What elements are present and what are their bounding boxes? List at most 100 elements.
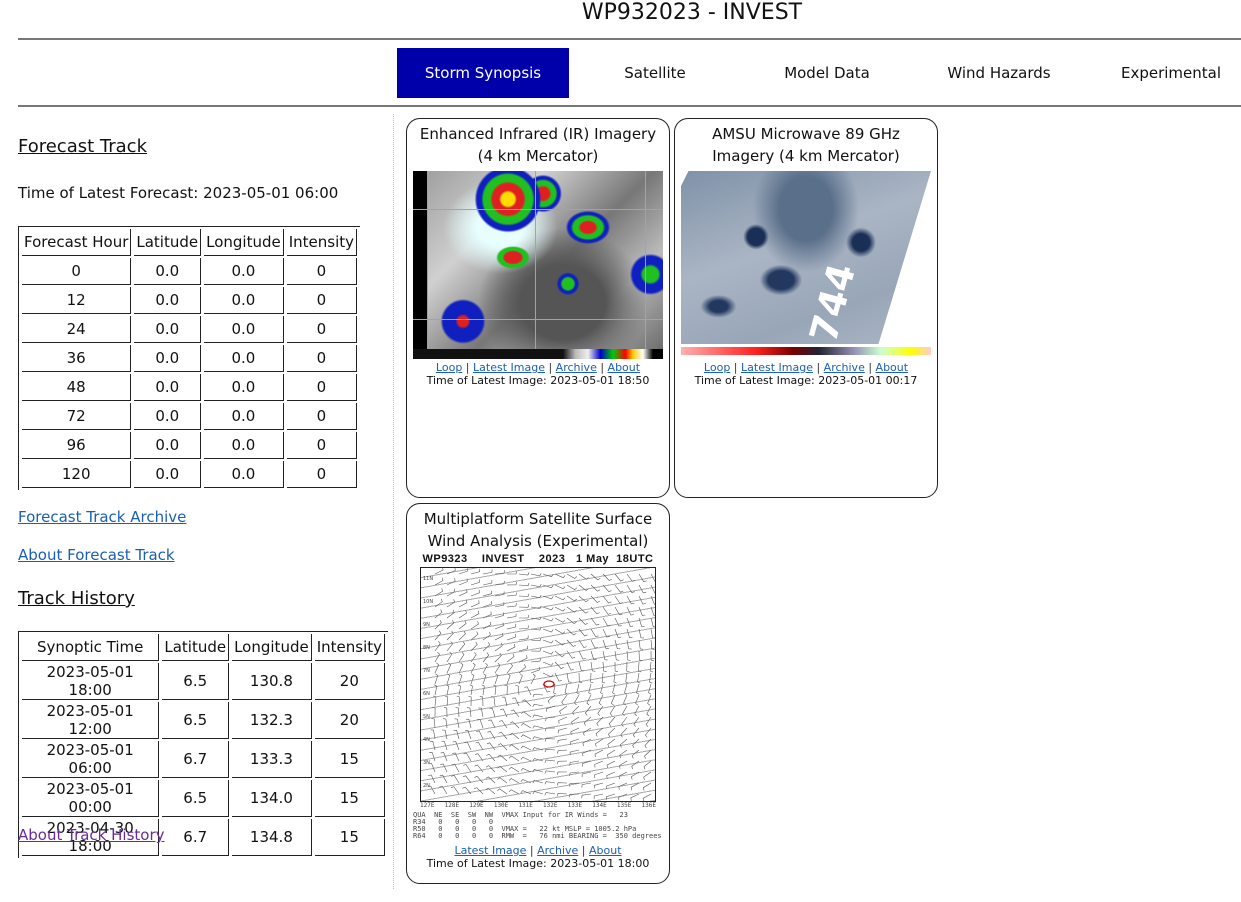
wind-barb [494,632,504,641]
wind-barb [434,673,439,685]
tab-experimental[interactable]: Experimental [1085,48,1241,98]
image-gridline [413,319,663,320]
wind-barb [497,754,508,762]
loop-link[interactable]: Loop [704,361,730,374]
wind-barb [622,705,628,717]
wind-barb [624,683,628,695]
latest-image-link[interactable]: Latest Image [741,361,813,374]
wind-barb [470,641,478,652]
wind-barb [544,781,556,785]
wind-barb [508,766,520,773]
wind-barb [626,606,634,616]
about-forecast-track-link[interactable]: About Forecast Track [18,546,175,564]
wind-barb [614,606,623,616]
wind-barb [602,628,610,638]
wind-barb [638,628,645,639]
wind-barb [450,786,460,795]
table-cell: 6.5 [162,663,230,700]
wind-barb [532,747,544,751]
wind-barb [602,573,613,581]
wind-barb [649,661,654,673]
table-row: 2023-05-01 18:00 6.5 130.8 20 [22,663,385,700]
wind-barb [452,741,460,751]
table-cell: 133.3 [232,741,312,778]
wind-barb [446,578,456,586]
wind-barb [607,738,616,748]
column-header: Forecast Hour [22,229,132,256]
archive-link[interactable]: Archive [556,361,597,374]
wind-barb [602,617,611,627]
wind-barb [626,595,635,605]
wind-barb [600,683,604,695]
wind-barb [554,573,566,579]
ir-satellite-image[interactable] [413,171,663,359]
wind-barb [464,730,472,740]
header-divider-top [18,38,1241,40]
wind-barb [488,719,496,729]
wind-barb [638,606,646,616]
wind-barb [618,771,628,780]
wind-barb [545,727,556,732]
tab-model-data[interactable]: Model Data [741,48,913,98]
wind-barb [474,753,484,762]
table-cell: 0 [286,432,358,459]
wind-barb [595,727,604,737]
wind-barb [618,782,628,790]
wind-barb [462,786,472,795]
wind-barb [510,709,520,718]
wind-barb [569,793,580,798]
wind-barb [590,606,600,615]
wind-barb [614,584,624,593]
wind-barb [633,716,640,727]
about-link[interactable]: About [589,844,622,857]
wind-barb [646,705,652,717]
tab-wind-hazards[interactable]: Wind Hazards [913,48,1085,98]
ir-imagery-card: Enhanced Infrared (IR) Imagery (4 km Mer… [406,118,670,498]
microwave-satellite-image[interactable]: 744 [681,171,931,359]
archive-link[interactable]: Archive [824,361,865,374]
wind-barb [638,584,647,594]
wind-barb [542,573,554,578]
wind-barb [566,661,574,671]
wind-barb [469,684,473,696]
wind-barb [532,703,544,708]
wind-analysis-image[interactable]: 11N 10N 9N 8N 7N 6N 5N 4N 3N 2N [420,567,656,802]
latest-image-link[interactable]: Latest Image [454,844,526,857]
wind-barb [644,749,652,759]
wind-barb [649,672,653,684]
image-gridline [645,171,646,359]
about-track-history-link[interactable]: About Track History [18,826,165,844]
table-cell: 6.7 [162,741,230,778]
archive-link[interactable]: Archive [537,844,578,857]
wind-barb [561,694,568,705]
wind-barb [650,606,655,616]
wind-barb [586,694,592,706]
tab-satellite[interactable]: Satellite [569,48,741,98]
wind-barb [530,616,542,620]
wind-barb [621,716,628,727]
wind-barb [566,672,572,683]
table-row: 2023-05-01 12:00 6.5 132.3 20 [22,702,385,739]
wind-barb [482,632,491,641]
wind-barb [458,652,465,663]
about-link[interactable]: About [608,361,641,374]
about-link[interactable]: About [876,361,909,374]
wind-barb [645,716,652,728]
wind-barb [434,577,444,586]
wind-barb [576,683,580,695]
wind-barb [494,652,502,663]
wind-barb [554,639,565,646]
wind-barb [470,631,479,641]
loop-link[interactable]: Loop [436,361,462,374]
table-cell: 72 [22,403,132,430]
wind-barb [470,621,479,630]
wind-barb [602,584,612,593]
wind-barb [643,771,652,781]
table-cell: 12 [22,287,132,314]
wind-barb [554,584,566,590]
latest-image-link[interactable]: Latest Image [473,361,545,374]
table-cell: 48 [22,374,132,401]
forecast-track-archive-link[interactable]: Forecast Track Archive [18,508,186,526]
wind-barb [485,765,496,773]
tab-storm-synopsis[interactable]: Storm Synopsis [397,48,569,98]
